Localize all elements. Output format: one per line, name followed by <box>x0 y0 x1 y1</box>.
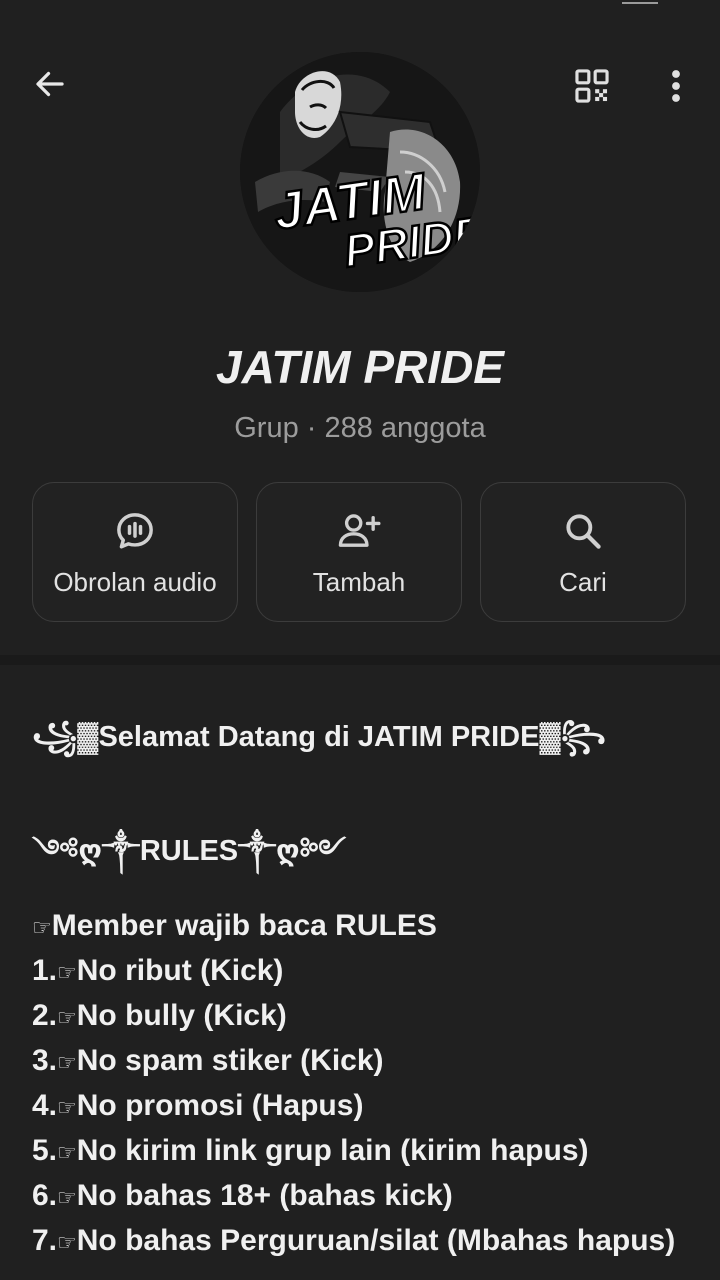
rule-text: No ribut (Kick) <box>76 954 284 987</box>
pointing-hand-icon: ☞ <box>57 1050 77 1075</box>
rules-title: RULES <box>139 835 239 867</box>
rule-number: 3. <box>32 1044 58 1077</box>
rule-item: 6.☞No bahas 18+ (bahas kick) <box>32 1174 692 1219</box>
more-vert-icon <box>672 70 680 102</box>
rule-text: No bahas Perguruan/silat (Mbahas hapus) <box>76 1224 676 1257</box>
group-member-count: Grup · 288 anggota <box>234 412 486 444</box>
arrow-left-icon <box>36 71 64 97</box>
pointing-hand-icon: ☞ <box>57 1005 77 1030</box>
rule-number: 2. <box>32 999 58 1032</box>
battery-icon <box>622 0 658 4</box>
rule-number: 6. <box>32 1179 58 1212</box>
pointing-hand-icon: ☞ <box>57 1185 77 1210</box>
status-bar <box>0 0 720 20</box>
group-avatar[interactable]: JATIM PRIDE <box>240 52 480 292</box>
rules-ornament-left: ༺ღ༒ <box>32 835 140 867</box>
search-label: Cari <box>559 567 607 597</box>
search-icon <box>566 514 601 549</box>
welcome-line: ꧁▓Selamat Datang di JATIM PRIDE▓꧂ <box>32 714 692 760</box>
rule-text: No kirim link grup lain (kirim hapus) <box>76 1134 589 1167</box>
rules-intro: ☞Member wajib baca RULES <box>32 904 692 949</box>
pointing-hand-icon: ☞ <box>57 1230 77 1255</box>
rules-heading: ༺ღ༒RULES༒ღ༻ <box>32 828 692 874</box>
rule-item: 1.☞No ribut (Kick) <box>32 949 692 994</box>
rule-item: 2.☞No bully (Kick) <box>32 994 692 1039</box>
add-member-button[interactable]: Tambah <box>256 482 462 622</box>
pointing-hand-icon: ☞ <box>57 1095 77 1120</box>
add-member-label: Tambah <box>312 567 406 597</box>
qr-code-icon <box>575 69 609 103</box>
section-divider <box>0 655 720 665</box>
add-person-icon <box>338 514 381 547</box>
rules-ornament-right: ༒ღ༻ <box>238 835 346 867</box>
rule-text: No promosi (Hapus) <box>76 1089 364 1122</box>
rule-text: No bully (Kick) <box>76 999 287 1032</box>
action-buttons: Obrolan audio Tambah Cari <box>32 482 688 624</box>
search-button[interactable]: Cari <box>480 482 686 622</box>
rule-item: 5.☞No kirim link grup lain (kirim hapus) <box>32 1129 692 1174</box>
rule-number: 1. <box>32 954 58 987</box>
welcome-ornament-left: ꧁▓ <box>32 721 99 753</box>
group-name: JATIM PRIDE <box>216 341 504 393</box>
rules-intro-text: Member wajib baca RULES <box>51 909 437 942</box>
audio-chat-icon <box>117 513 153 549</box>
audio-chat-label: Obrolan audio <box>53 567 217 597</box>
welcome-ornament-right: ▓꧂ <box>539 721 606 753</box>
group-description: ꧁▓Selamat Datang di JATIM PRIDE▓꧂ ༺ღ༒RUL… <box>32 714 692 1264</box>
rule-number: 5. <box>32 1134 58 1167</box>
welcome-text: Selamat Datang di JATIM PRIDE <box>98 721 540 753</box>
qr-code-button[interactable] <box>570 64 614 108</box>
wayang-logo-image: JATIM PRIDE <box>240 52 480 292</box>
more-options-button[interactable] <box>656 64 696 108</box>
group-info-screen: JATIM PRIDE JATIM PRIDE Grup · 288 anggo… <box>0 0 720 1280</box>
rule-item: 4.☞No promosi (Hapus) <box>32 1084 692 1129</box>
rule-text: No spam stiker (Kick) <box>76 1044 384 1077</box>
pointing-hand-icon: ☞ <box>32 915 52 940</box>
rule-number: 7. <box>32 1224 58 1257</box>
audio-chat-button[interactable]: Obrolan audio <box>32 482 238 622</box>
rule-item: 3.☞No spam stiker (Kick) <box>32 1039 692 1084</box>
rule-item: 7.☞No bahas Perguruan/silat (Mbahas hapu… <box>32 1219 692 1264</box>
rule-number: 4. <box>32 1089 58 1122</box>
pointing-hand-icon: ☞ <box>57 960 77 985</box>
rule-text: No bahas 18+ (bahas kick) <box>76 1179 453 1212</box>
back-button[interactable] <box>28 62 72 106</box>
pointing-hand-icon: ☞ <box>57 1140 77 1165</box>
